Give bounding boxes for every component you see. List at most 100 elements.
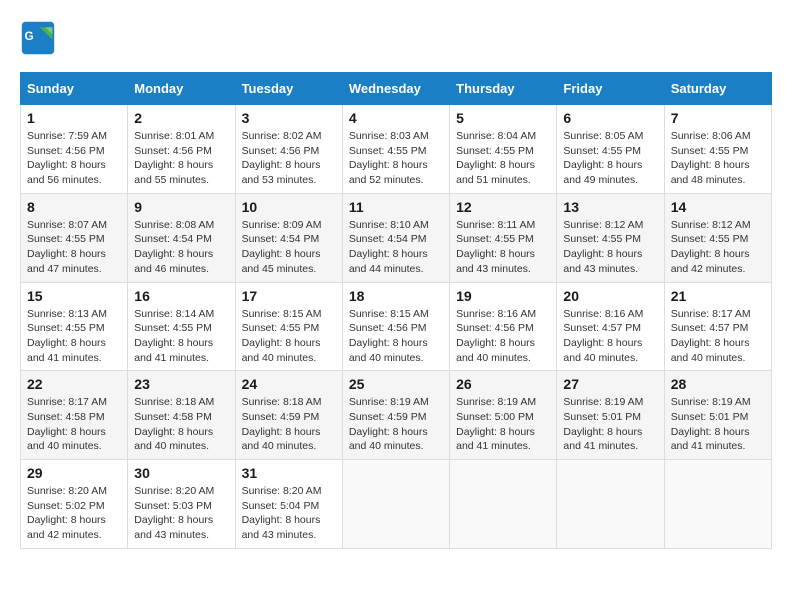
sunrise-label: Sunrise: 8:17 AM: [27, 396, 107, 408]
day-number: 24: [242, 376, 336, 392]
daylight-label: Daylight: 8 hours and 40 minutes.: [242, 337, 321, 364]
day-number: 4: [349, 110, 443, 126]
sunrise-label: Sunrise: 8:19 AM: [563, 396, 643, 408]
daylight-label: Daylight: 8 hours and 51 minutes.: [456, 159, 535, 186]
day-info: Sunrise: 8:12 AM Sunset: 4:55 PM Dayligh…: [671, 218, 765, 277]
calendar-cell: 1 Sunrise: 7:59 AM Sunset: 4:56 PM Dayli…: [21, 105, 128, 194]
calendar-cell: 10 Sunrise: 8:09 AM Sunset: 4:54 PM Dayl…: [235, 193, 342, 282]
calendar-cell: 24 Sunrise: 8:18 AM Sunset: 4:59 PM Dayl…: [235, 371, 342, 460]
daylight-label: Daylight: 8 hours and 43 minutes.: [134, 514, 213, 541]
sunset-label: Sunset: 4:59 PM: [349, 411, 427, 423]
daylight-label: Daylight: 8 hours and 40 minutes.: [349, 426, 428, 453]
sunset-label: Sunset: 4:56 PM: [456, 322, 534, 334]
day-number: 10: [242, 199, 336, 215]
day-number: 7: [671, 110, 765, 126]
day-number: 13: [563, 199, 657, 215]
calendar-table: SundayMondayTuesdayWednesdayThursdayFrid…: [20, 72, 772, 549]
day-number: 15: [27, 288, 121, 304]
sunset-label: Sunset: 4:57 PM: [563, 322, 641, 334]
day-info: Sunrise: 8:06 AM Sunset: 4:55 PM Dayligh…: [671, 129, 765, 188]
day-number: 6: [563, 110, 657, 126]
weekday-header-wednesday: Wednesday: [342, 73, 449, 105]
calendar-cell: 3 Sunrise: 8:02 AM Sunset: 4:56 PM Dayli…: [235, 105, 342, 194]
day-number: 19: [456, 288, 550, 304]
day-number: 30: [134, 465, 228, 481]
day-number: 17: [242, 288, 336, 304]
sunset-label: Sunset: 4:55 PM: [671, 233, 749, 245]
day-number: 21: [671, 288, 765, 304]
daylight-label: Daylight: 8 hours and 40 minutes.: [349, 337, 428, 364]
daylight-label: Daylight: 8 hours and 43 minutes.: [242, 514, 321, 541]
sunrise-label: Sunrise: 8:06 AM: [671, 130, 751, 142]
sunrise-label: Sunrise: 8:01 AM: [134, 130, 214, 142]
sunset-label: Sunset: 4:58 PM: [134, 411, 212, 423]
daylight-label: Daylight: 8 hours and 40 minutes.: [242, 426, 321, 453]
calendar-cell: [450, 460, 557, 549]
day-number: 31: [242, 465, 336, 481]
day-info: Sunrise: 7:59 AM Sunset: 4:56 PM Dayligh…: [27, 129, 121, 188]
day-info: Sunrise: 8:19 AM Sunset: 5:01 PM Dayligh…: [563, 395, 657, 454]
weekday-header-row: SundayMondayTuesdayWednesdayThursdayFrid…: [21, 73, 772, 105]
sunrise-label: Sunrise: 8:14 AM: [134, 308, 214, 320]
daylight-label: Daylight: 8 hours and 40 minutes.: [563, 337, 642, 364]
sunrise-label: Sunrise: 8:20 AM: [27, 485, 107, 497]
day-number: 8: [27, 199, 121, 215]
sunrise-label: Sunrise: 8:16 AM: [563, 308, 643, 320]
day-info: Sunrise: 8:13 AM Sunset: 4:55 PM Dayligh…: [27, 307, 121, 366]
calendar-cell: 4 Sunrise: 8:03 AM Sunset: 4:55 PM Dayli…: [342, 105, 449, 194]
weekday-header-saturday: Saturday: [664, 73, 771, 105]
sunset-label: Sunset: 5:01 PM: [563, 411, 641, 423]
daylight-label: Daylight: 8 hours and 40 minutes.: [671, 337, 750, 364]
calendar-cell: [664, 460, 771, 549]
sunrise-label: Sunrise: 8:18 AM: [242, 396, 322, 408]
sunset-label: Sunset: 4:55 PM: [563, 233, 641, 245]
calendar-cell: 15 Sunrise: 8:13 AM Sunset: 4:55 PM Dayl…: [21, 282, 128, 371]
day-info: Sunrise: 8:10 AM Sunset: 4:54 PM Dayligh…: [349, 218, 443, 277]
sunset-label: Sunset: 5:04 PM: [242, 500, 320, 512]
sunset-label: Sunset: 4:55 PM: [27, 322, 105, 334]
day-info: Sunrise: 8:07 AM Sunset: 4:55 PM Dayligh…: [27, 218, 121, 277]
calendar-cell: 18 Sunrise: 8:15 AM Sunset: 4:56 PM Dayl…: [342, 282, 449, 371]
day-info: Sunrise: 8:19 AM Sunset: 5:00 PM Dayligh…: [456, 395, 550, 454]
day-number: 18: [349, 288, 443, 304]
weekday-header-friday: Friday: [557, 73, 664, 105]
daylight-label: Daylight: 8 hours and 46 minutes.: [134, 248, 213, 275]
day-info: Sunrise: 8:05 AM Sunset: 4:55 PM Dayligh…: [563, 129, 657, 188]
day-number: 28: [671, 376, 765, 392]
day-info: Sunrise: 8:12 AM Sunset: 4:55 PM Dayligh…: [563, 218, 657, 277]
sunrise-label: Sunrise: 8:07 AM: [27, 219, 107, 231]
calendar-cell: 7 Sunrise: 8:06 AM Sunset: 4:55 PM Dayli…: [664, 105, 771, 194]
sunset-label: Sunset: 5:00 PM: [456, 411, 534, 423]
weekday-header-tuesday: Tuesday: [235, 73, 342, 105]
day-number: 14: [671, 199, 765, 215]
sunset-label: Sunset: 5:01 PM: [671, 411, 749, 423]
day-info: Sunrise: 8:02 AM Sunset: 4:56 PM Dayligh…: [242, 129, 336, 188]
day-number: 22: [27, 376, 121, 392]
sunrise-label: Sunrise: 8:17 AM: [671, 308, 751, 320]
calendar-cell: 31 Sunrise: 8:20 AM Sunset: 5:04 PM Dayl…: [235, 460, 342, 549]
daylight-label: Daylight: 8 hours and 55 minutes.: [134, 159, 213, 186]
sunrise-label: Sunrise: 8:19 AM: [456, 396, 536, 408]
daylight-label: Daylight: 8 hours and 40 minutes.: [27, 426, 106, 453]
sunset-label: Sunset: 5:02 PM: [27, 500, 105, 512]
page-header: G: [20, 20, 772, 56]
daylight-label: Daylight: 8 hours and 41 minutes.: [27, 337, 106, 364]
day-number: 11: [349, 199, 443, 215]
day-info: Sunrise: 8:11 AM Sunset: 4:55 PM Dayligh…: [456, 218, 550, 277]
daylight-label: Daylight: 8 hours and 56 minutes.: [27, 159, 106, 186]
calendar-cell: 19 Sunrise: 8:16 AM Sunset: 4:56 PM Dayl…: [450, 282, 557, 371]
calendar-cell: 16 Sunrise: 8:14 AM Sunset: 4:55 PM Dayl…: [128, 282, 235, 371]
day-info: Sunrise: 8:03 AM Sunset: 4:55 PM Dayligh…: [349, 129, 443, 188]
daylight-label: Daylight: 8 hours and 41 minutes.: [671, 426, 750, 453]
calendar-cell: 6 Sunrise: 8:05 AM Sunset: 4:55 PM Dayli…: [557, 105, 664, 194]
day-info: Sunrise: 8:04 AM Sunset: 4:55 PM Dayligh…: [456, 129, 550, 188]
day-number: 25: [349, 376, 443, 392]
daylight-label: Daylight: 8 hours and 40 minutes.: [134, 426, 213, 453]
day-info: Sunrise: 8:20 AM Sunset: 5:04 PM Dayligh…: [242, 484, 336, 543]
daylight-label: Daylight: 8 hours and 45 minutes.: [242, 248, 321, 275]
day-info: Sunrise: 8:08 AM Sunset: 4:54 PM Dayligh…: [134, 218, 228, 277]
sunrise-label: Sunrise: 8:09 AM: [242, 219, 322, 231]
svg-text:G: G: [25, 30, 34, 43]
day-info: Sunrise: 8:20 AM Sunset: 5:02 PM Dayligh…: [27, 484, 121, 543]
sunset-label: Sunset: 4:55 PM: [456, 145, 534, 157]
